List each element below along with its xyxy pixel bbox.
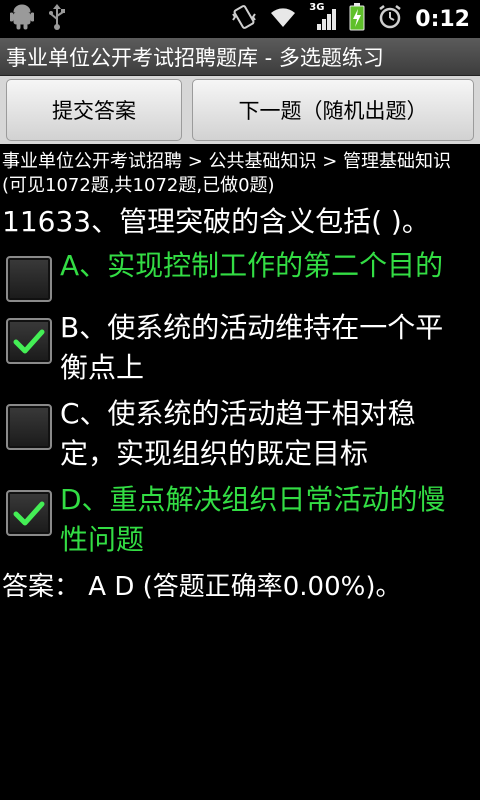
action-bar: 提交答案 下一题（随机出题） [0,76,480,144]
signal-3g-icon: 3G [309,2,337,32]
option-b[interactable]: B、使系统的活动维持在一个平衡点上 [0,308,480,388]
checkmark-icon [13,329,45,354]
option-c-checkbox[interactable] [6,404,52,450]
question-text: 11633、管理突破的含义包括( )。 [2,205,430,238]
option-a-label: A、实现控制工作的第二个目的 [60,249,444,282]
status-bar: 3G 0:12 [0,0,480,38]
option-a-checkbox[interactable] [6,256,52,302]
title-bar: 事业单位公开考试招聘题库 - 多选题练习 [0,38,480,76]
android-debug-icon [9,4,35,34]
answer-text: 答案： A D (答题正确率0.00%)。 [2,572,402,602]
battery-charging-icon [349,3,365,35]
checkmark-icon [13,501,45,526]
wifi-icon [269,5,297,33]
next-question-button[interactable]: 下一题（随机出题） [192,79,474,141]
app-title: 事业单位公开考试招聘题库 - 多选题练习 [6,45,384,70]
option-b-checkbox[interactable] [6,318,52,364]
question-panel: 事业单位公开考试招聘 > 公共基础知识 > 管理基础知识 (可见1072题,共1… [0,150,480,608]
alarm-icon [377,4,403,34]
option-d[interactable]: D、重点解决组织日常活动的慢性问题 [0,480,480,560]
vibrate-icon [231,4,257,34]
options-list: A、实现控制工作的第二个目的 B、使系统的活动维持在一个平衡点上 C、使系统的活… [0,246,480,560]
option-b-label: B、使系统的活动维持在一个平衡点上 [60,311,444,384]
option-d-checkbox[interactable] [6,490,52,536]
clock: 0:12 [415,6,470,32]
option-a[interactable]: A、实现控制工作的第二个目的 [0,246,480,302]
option-c[interactable]: C、使系统的活动趋于相对稳定，实现组织的既定目标 [0,394,480,474]
submit-answer-button[interactable]: 提交答案 [6,79,182,141]
option-c-label: C、使系统的活动趋于相对稳定，实现组织的既定目标 [60,397,416,470]
usb-icon [48,4,66,34]
breadcrumb: 事业单位公开考试招聘 > 公共基础知识 > 管理基础知识 (可见1072题,共1… [2,151,452,196]
option-d-label: D、重点解决组织日常活动的慢性问题 [60,483,446,556]
